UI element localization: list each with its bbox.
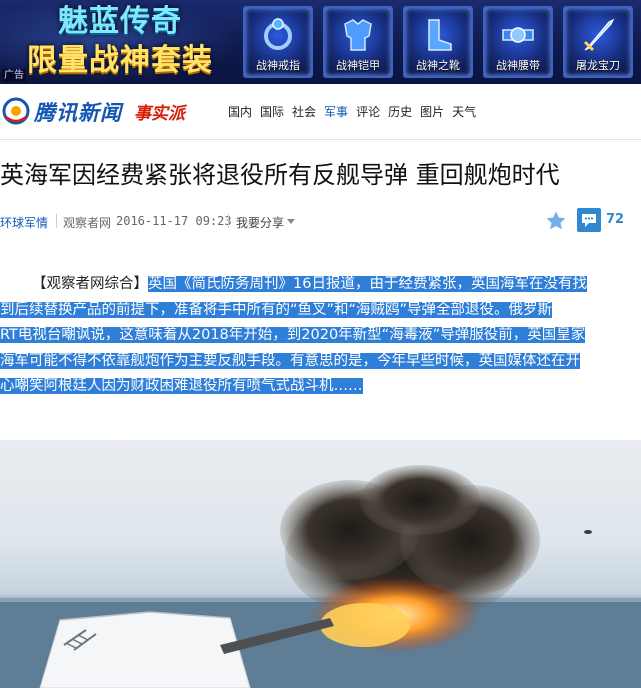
selected-text: 到后续替换产品的前提下，准备将手中所有的“鱼叉”和“海贼鸥”导弹全部退役。俄罗斯 xyxy=(0,301,553,318)
nav-item[interactable]: 天气 xyxy=(452,104,476,120)
share-button[interactable]: 我要分享 xyxy=(236,214,284,231)
article-origin: 观察者网 xyxy=(63,216,112,230)
selected-text: 海军可能不得不依靠舰炮作为主要反舰手段。有意思的是，今年早些时候，英国媒体还在开 xyxy=(0,352,580,369)
paragraph-line: 到后续替换产品的前提下，准备将手中所有的“鱼叉”和“海贼鸥”导弹全部退役。俄罗斯 xyxy=(0,298,641,324)
favorite-star-icon[interactable] xyxy=(545,210,567,232)
nav-item[interactable]: 国内 xyxy=(228,104,252,120)
ring-icon xyxy=(264,18,292,50)
boots-icon xyxy=(428,19,452,51)
paragraph-line: 【观察者网综合】英国《简氏防务周刊》16日报道，由于经费紧张，英国海军在没有找 xyxy=(0,272,641,298)
comment-count[interactable]: 72 xyxy=(606,212,624,227)
armor-icon xyxy=(344,19,372,51)
article-meta: 环球军情 观察者网 2016-11-17 09:23 我要分享 72 xyxy=(0,206,641,240)
banner-item-ring[interactable]: 战神戒指 xyxy=(243,6,313,78)
selected-text: 心嘲笑阿根廷人因为财政困难退役所有喷气式战斗机…… xyxy=(0,378,363,394)
paragraph-line: RT电视台嘲讽说，这意味着从2018年开始，到2020年新型“海毒液”导弹服役前… xyxy=(0,323,641,349)
nav-item[interactable]: 国际 xyxy=(260,104,284,120)
tencent-news-logo-icon[interactable] xyxy=(2,97,30,125)
main-nav: 国内 国际 社会 军事 评论 历史 图片 天气 xyxy=(224,104,480,120)
belt-icon xyxy=(502,27,534,43)
banner-item-armor[interactable]: 战神铠甲 xyxy=(323,6,393,78)
banner-item-belt[interactable]: 战神腰带 xyxy=(483,6,553,78)
article-time: 2016-11-17 09:23 xyxy=(116,214,232,228)
article-photo xyxy=(0,440,641,688)
meta-divider xyxy=(228,214,229,228)
warship-gun-firing-image xyxy=(0,465,641,688)
banner-item-sword[interactable]: 屠龙宝刀 xyxy=(563,6,633,78)
banner-item-label: 战神铠甲 xyxy=(336,59,380,72)
banner-item-boots[interactable]: 战神之靴 xyxy=(403,6,473,78)
nav-item[interactable]: 历史 xyxy=(388,104,412,120)
selected-text: 英国《简氏防务周刊》16日报道，由于经费紧张，英国海军在没有找 xyxy=(148,276,587,292)
ad-label: 广告 xyxy=(2,69,26,82)
article-title: 英海军因经费紧张将退役所有反舰导弹 重回舰炮时代 xyxy=(0,161,560,189)
paragraph-lead: 【观察者网综合】 xyxy=(32,276,148,292)
banner-item-label: 战神戒指 xyxy=(256,59,300,72)
nav-item[interactable]: 评论 xyxy=(356,104,380,120)
nav-item[interactable]: 军事 xyxy=(324,104,348,120)
banner-subheadline: 限量战神套装 xyxy=(27,43,213,78)
article-paragraph: 【观察者网综合】英国《简氏防务周刊》16日报道，由于经费紧张，英国海军在没有找 … xyxy=(0,272,641,400)
sword-icon xyxy=(583,18,615,52)
nav-item[interactable]: 图片 xyxy=(420,104,444,120)
banner-item-label: 战神之靴 xyxy=(416,59,460,72)
paragraph-line: 海军可能不得不依靠舰炮作为主要反舰手段。有意思的是，今年早些时候，英国媒体还在开 xyxy=(0,349,641,375)
meta-divider xyxy=(56,214,57,228)
banner-headline: 魅蓝传奇 xyxy=(58,4,182,39)
comment-button[interactable] xyxy=(577,208,601,232)
site-logo-text[interactable]: 腾讯新闻 xyxy=(34,97,122,127)
site-header: 腾讯新闻 事实派 国内 国际 社会 军事 评论 历史 图片 天气 xyxy=(0,84,641,140)
paragraph-line: 心嘲笑阿根廷人因为财政困难退役所有喷气式战斗机…… xyxy=(0,374,641,400)
banner-item-label: 屠龙宝刀 xyxy=(576,59,620,72)
selected-text: RT电视台嘲讽说，这意味着从2018年开始，到2020年新型“海毒液”导弹服役前… xyxy=(0,327,586,343)
chevron-down-icon[interactable] xyxy=(287,219,295,224)
nav-item[interactable]: 社会 xyxy=(292,104,316,120)
comment-icon xyxy=(582,214,596,227)
channel-logo[interactable]: 事实派 xyxy=(134,99,185,124)
banner-item-label: 战神腰带 xyxy=(496,59,540,72)
source-tag-link[interactable]: 环球军情 xyxy=(0,214,48,231)
ad-banner[interactable]: 魅蓝传奇 限量战神套装 广告 战神戒指 战神铠甲 战神之靴 战神腰带 屠龙宝刀 xyxy=(0,0,641,84)
